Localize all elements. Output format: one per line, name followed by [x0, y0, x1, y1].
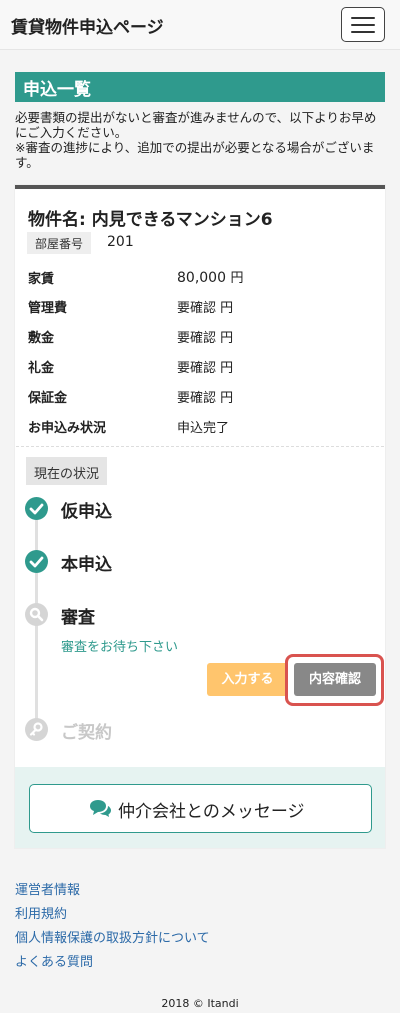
confirm-content-button[interactable]: 内容確認	[294, 663, 376, 696]
hamburger-menu-icon	[351, 24, 375, 26]
footer-link-privacy[interactable]: 個人情報保護の取扱方針について	[15, 927, 210, 946]
management-fee-label: 管理費	[28, 301, 68, 316]
rent-value: 80,000 円	[177, 267, 243, 286]
guarantee-amount: 要確認	[177, 391, 217, 406]
chat-bubbles-icon	[90, 800, 111, 817]
deposit-amount: 要確認	[177, 331, 217, 346]
divider	[16, 446, 384, 447]
hamburger-menu-icon	[351, 31, 375, 33]
key-money-label: 礼金	[28, 361, 55, 376]
rent-unit: 円	[230, 271, 244, 286]
deposit-value: 要確認 円	[177, 327, 233, 346]
rent-amount: 80,000	[177, 270, 226, 286]
section-title: 申込一覧	[15, 72, 385, 102]
guarantee-label: 保証金	[28, 391, 68, 406]
room-number-value: 201	[107, 234, 134, 250]
rent-label: 家賃	[28, 272, 55, 287]
key-money-amount: 要確認	[177, 361, 217, 376]
deposit-label: 敷金	[28, 331, 55, 346]
management-fee-amount: 要確認	[177, 301, 217, 316]
check-circle-icon	[25, 550, 48, 573]
management-fee-value: 要確認 円	[177, 297, 233, 316]
notice-line-1: 必要書類の提出がないと審査が進みませんので、以下よりお早めにご入力ください。	[15, 110, 377, 140]
input-button[interactable]: 入力する	[207, 663, 288, 696]
room-number-label: 部屋番号	[27, 232, 92, 254]
step-screening: 審査	[61, 608, 95, 628]
application-status-value: 申込完了	[177, 421, 230, 436]
key-money-value: 要確認 円	[177, 357, 233, 376]
notice-line-2: ※審査の進捗により、追加での提出が必要となる場合がございます。	[15, 140, 375, 170]
hamburger-menu-icon	[351, 17, 375, 19]
step-contract: ご契約	[61, 723, 112, 743]
copyright: 2018 © Itandi	[161, 997, 239, 1010]
navbar: 賃貸物件申込ページ	[0, 0, 400, 50]
key-money-unit: 円	[220, 361, 234, 376]
guarantee-value: 要確認 円	[177, 387, 233, 406]
property-name: 物件名: 内見できるマンション6	[28, 210, 273, 230]
hamburger-menu-button[interactable]	[341, 7, 385, 42]
key-icon	[25, 718, 48, 741]
screening-waiting-text: 審査をお待ち下さい	[61, 640, 179, 655]
site-title[interactable]: 賃貸物件申込ページ	[11, 13, 164, 38]
step-provisional-application: 仮申込	[61, 502, 112, 522]
current-status-label: 現在の状況	[26, 457, 108, 485]
deposit-unit: 円	[220, 331, 234, 346]
message-button[interactable]: 仲介会社とのメッセージ	[29, 784, 372, 833]
guarantee-unit: 円	[220, 391, 234, 406]
management-fee-unit: 円	[220, 301, 234, 316]
check-circle-icon	[25, 497, 48, 520]
footer-link-terms[interactable]: 利用規約	[15, 903, 67, 922]
application-status-label: お申込み状況	[28, 421, 107, 436]
footer-link-faq[interactable]: よくある質問	[15, 951, 93, 970]
notice-text: 必要書類の提出がないと審査が進みませんので、以下よりお早めにご入力ください。 ※…	[15, 110, 387, 170]
search-icon	[25, 603, 48, 626]
message-button-label: 仲介会社とのメッセージ	[118, 802, 305, 822]
footer-link-operator[interactable]: 運営者情報	[15, 879, 80, 898]
step-full-application: 本申込	[61, 555, 112, 575]
